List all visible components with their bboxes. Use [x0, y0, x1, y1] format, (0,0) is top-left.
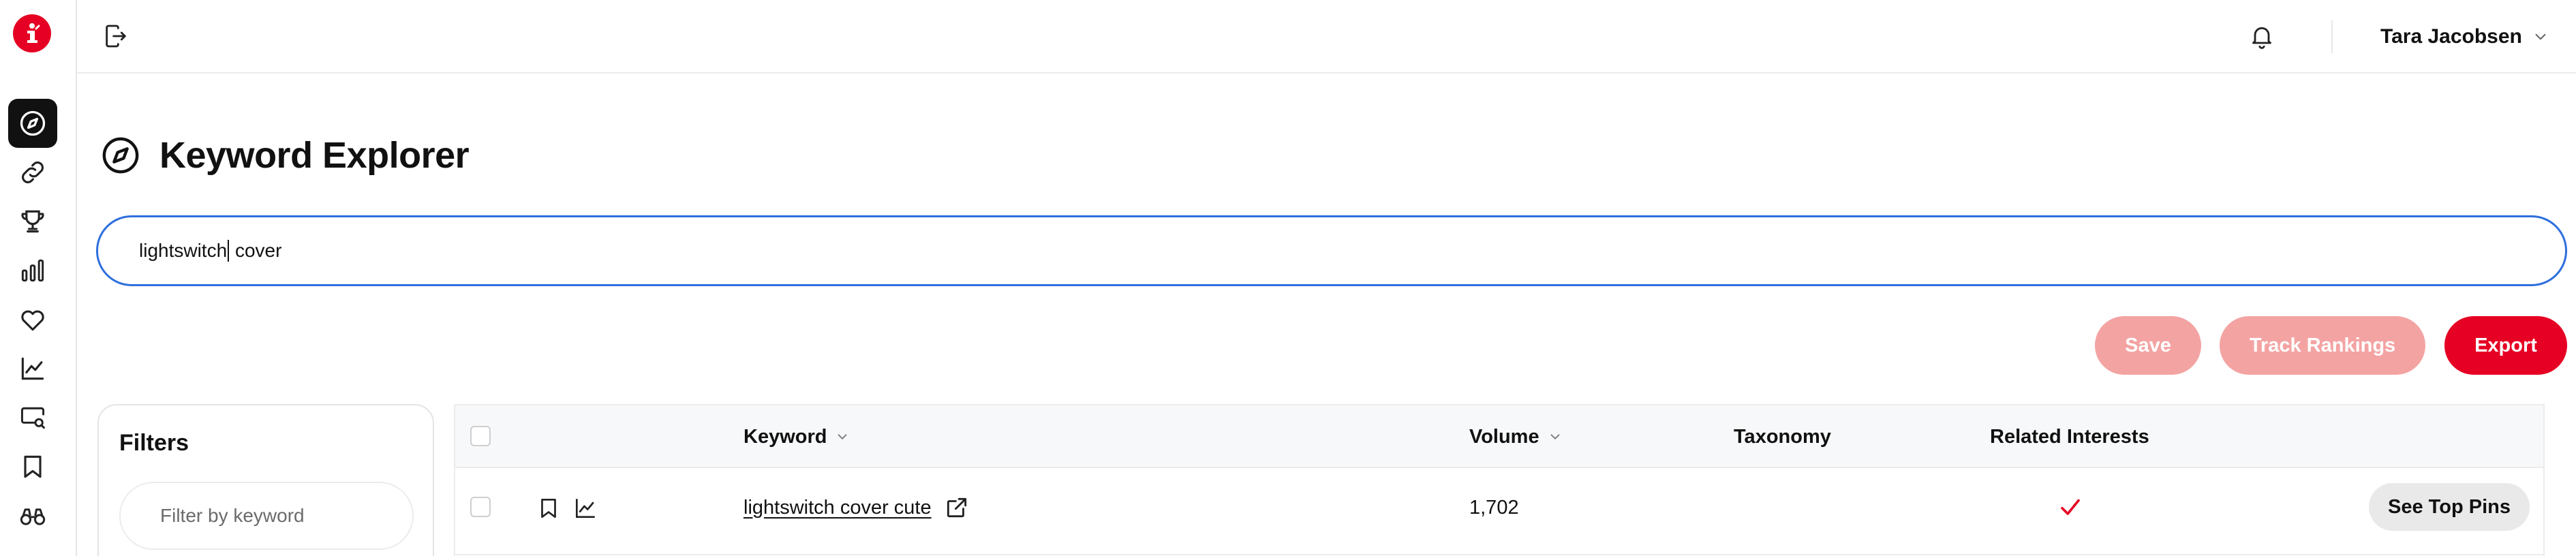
column-label-keyword: Keyword: [743, 425, 827, 448]
select-all-checkbox[interactable]: [470, 426, 491, 446]
sidebar-item-trends[interactable]: [8, 344, 57, 393]
sidebar-item-explorer[interactable]: [8, 99, 57, 148]
top-bar: Tara Jacobsen: [77, 0, 2576, 74]
top-divider: [2331, 20, 2333, 53]
user-name: Tara Jacobsen: [2380, 25, 2522, 48]
brand-logo-icon[interactable]: [13, 14, 51, 52]
column-header-keyword[interactable]: Keyword: [743, 405, 850, 468]
search-value-start: lightswitch: [139, 240, 228, 261]
notifications-button[interactable]: [2244, 18, 2280, 54]
chevron-down-icon: [2535, 33, 2546, 40]
monitor-search-icon: [20, 407, 45, 429]
logout-icon: [106, 25, 126, 48]
sidebar-item-trophy[interactable]: [8, 197, 57, 246]
search-value-end: cover: [230, 240, 282, 261]
column-label-volume: Volume: [1469, 425, 1539, 448]
keyword-cell: lightswitch cover cute: [743, 494, 970, 521]
filter-by-keyword-input[interactable]: Filter by keyword: [119, 482, 414, 550]
bookmark-icon: [541, 498, 556, 519]
column-header-related-interests: Related Interests: [1990, 405, 2149, 468]
column-header-taxonomy: Taxonomy: [1734, 405, 1831, 468]
external-link-icon[interactable]: [944, 495, 970, 521]
heart-icon: [21, 310, 44, 331]
link-icon: [22, 161, 44, 183]
column-label-related-interests: Related Interests: [1990, 425, 2149, 448]
page-title: Keyword Explorer: [159, 135, 470, 176]
see-top-pins-button[interactable]: See Top Pins: [2369, 483, 2530, 531]
sidebar-item-binoculars[interactable]: [8, 491, 57, 540]
line-chart-icon: [575, 498, 596, 519]
line-chart-icon: [21, 357, 44, 380]
sidebar-item-favorites[interactable]: [8, 295, 57, 344]
trophy-icon: [21, 210, 44, 233]
sort-chevron-icon: [838, 434, 847, 440]
export-button[interactable]: Export: [2444, 316, 2567, 375]
sort-chevron-icon: [1550, 434, 1560, 440]
bookmark-icon: [24, 455, 42, 478]
keyword-search-input[interactable]: lightswitch cover: [96, 215, 2567, 286]
row-checkbox[interactable]: [470, 497, 491, 517]
checkmark-icon: [2061, 499, 2080, 515]
column-header-volume[interactable]: Volume: [1469, 405, 1563, 468]
related-interests-cell: [2058, 494, 2083, 521]
user-menu[interactable]: Tara Jacobsen: [2380, 20, 2549, 53]
binoculars-icon: [20, 508, 46, 525]
text-caret: [228, 240, 230, 262]
keywords-table: Keyword Volume Taxonomy Related Interest…: [454, 404, 2545, 556]
save-keyword-button[interactable]: [536, 495, 562, 521]
sidebar-item-search-monitor[interactable]: [8, 393, 57, 442]
bell-icon: [2252, 27, 2271, 49]
sidebar: [0, 0, 77, 556]
bar-chart-icon: [21, 259, 44, 282]
table-row: lightswitch cover cute 1,702 See Top Pin…: [455, 468, 2543, 555]
column-label-taxonomy: Taxonomy: [1734, 425, 1831, 448]
filters-panel: Filters Filter by keyword: [97, 404, 434, 556]
app-root: Tara Jacobsen Keyword Explorer lightswit…: [0, 0, 2576, 556]
save-button[interactable]: Save: [2095, 316, 2201, 375]
volume-cell: 1,702: [1469, 496, 1519, 519]
track-rankings-button[interactable]: Track Rankings: [2220, 316, 2425, 375]
table-header: Keyword Volume Taxonomy Related Interest…: [455, 404, 2543, 468]
page-header: Keyword Explorer: [101, 134, 470, 177]
compass-icon: [20, 110, 46, 136]
compass-icon: [102, 137, 139, 174]
filters-title: Filters: [119, 430, 189, 456]
sidebar-item-stats[interactable]: [8, 246, 57, 295]
keyword-link[interactable]: lightswitch cover cute: [743, 497, 932, 519]
sidebar-item-links[interactable]: [8, 148, 57, 197]
logout-button[interactable]: [99, 19, 133, 53]
sidebar-item-saved[interactable]: [8, 442, 57, 491]
keyword-trend-button[interactable]: [572, 495, 598, 521]
